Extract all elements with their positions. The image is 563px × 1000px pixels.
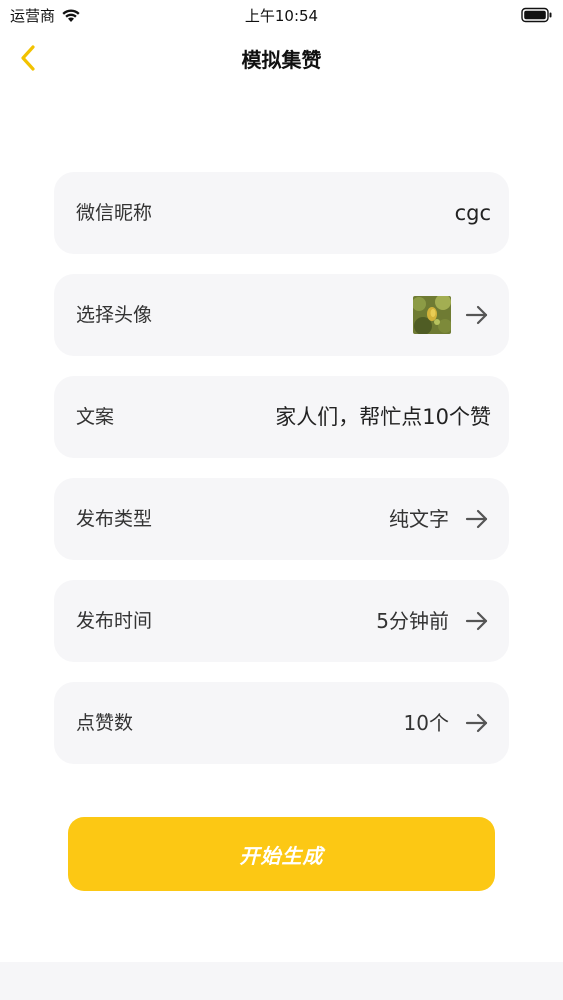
arrow-right-icon [465,611,488,631]
navigation-bar: 模拟集赞 [0,30,563,86]
nickname-row[interactable]: 微信昵称 cgc [54,172,509,254]
bottom-safe-area [0,962,563,1000]
like-count-value: 10个 [403,711,449,735]
page-title: 模拟集赞 [241,48,322,72]
like-count-row[interactable]: 点赞数 10个 [54,682,509,764]
arrow-right-icon [465,713,488,733]
publish-time-label: 发布时间 [76,610,153,632]
post-type-row[interactable]: 发布类型 纯文字 [54,478,509,560]
arrow-right-icon [465,305,488,325]
status-time: 上午10:54 [244,7,319,25]
nickname-label: 微信昵称 [76,202,153,224]
start-generate-label: 开始生成 [239,845,324,868]
battery-icon [521,7,552,23]
nickname-value[interactable]: cgc [455,172,491,254]
like-count-label: 点赞数 [76,712,134,734]
post-type-value: 纯文字 [389,507,449,531]
status-bar: 运营商 上午10:54 [0,0,563,30]
copy-text-value[interactable]: 家人们，帮忙点10个赞 [275,376,491,458]
publish-time-row[interactable]: 发布时间 5分钟前 [54,580,509,662]
avatar-row[interactable]: 选择头像 [54,274,509,356]
copy-text-row[interactable]: 文案 家人们，帮忙点10个赞 [54,376,509,458]
start-generate-button[interactable]: 开始生成 [68,817,495,891]
avatar-thumbnail[interactable] [413,296,451,334]
arrow-right-icon [465,509,488,529]
copy-text-label: 文案 [76,406,115,428]
post-type-label: 发布类型 [76,508,153,530]
avatar-label: 选择头像 [76,304,153,326]
publish-time-value: 5分钟前 [376,609,449,633]
